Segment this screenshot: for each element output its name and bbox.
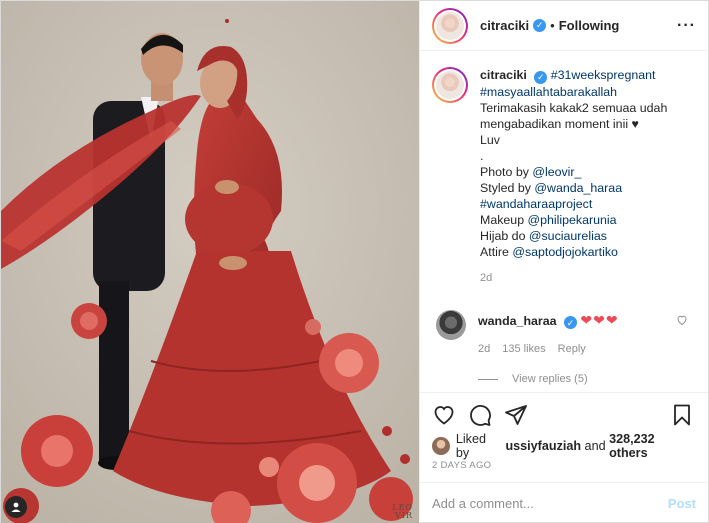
author-avatar[interactable] <box>432 7 468 44</box>
hashtag-link[interactable]: #wandaharaaproject <box>480 197 592 211</box>
instagram-post: LEO VIR citraciki ✓ • Following ··· citr… <box>0 0 709 523</box>
caption-line: Terimakasih kakak2 semuaa udah <box>480 100 668 115</box>
caption-line: Styled by <box>480 180 535 195</box>
post-sidebar: citraciki ✓ • Following ··· citraciki ✓ … <box>419 1 708 523</box>
caption-verified-icon: ✓ <box>534 70 548 84</box>
like-heart-icon[interactable] <box>432 403 456 427</box>
photo-illustration <box>1 1 419 523</box>
verified-badge-icon: ✓ <box>533 19 547 32</box>
tagged-users-icon[interactable] <box>5 496 27 518</box>
comment-input[interactable] <box>432 496 668 511</box>
reply-button[interactable]: Reply <box>558 341 586 357</box>
post-date[interactable]: 2 DAYS AGO <box>420 456 708 482</box>
watermark-line2: VIR <box>395 511 413 520</box>
view-replies-button[interactable]: View replies (5) <box>478 373 696 385</box>
share-send-icon[interactable] <box>504 403 528 427</box>
view-replies-label: View replies (5) <box>512 373 588 385</box>
commenter-username[interactable]: wanda_haraa <box>478 314 557 328</box>
comment-bubble-icon[interactable] <box>468 403 492 427</box>
comment-item: wanda_haraa ✓ ❤❤❤ 2d 135 likes Reply <box>432 309 696 358</box>
post-comment-button[interactable]: Post <box>668 496 696 511</box>
author-username[interactable]: citraciki <box>480 18 529 33</box>
caption-username[interactable]: citraciki <box>480 68 527 82</box>
hashtag-link[interactable]: #31weekspregnant <box>551 68 656 82</box>
header-separator: • <box>550 18 555 33</box>
liker-avatar[interactable] <box>432 437 450 455</box>
photo-watermark: LEO VIR <box>392 504 413 520</box>
caption-line: Photo by <box>480 164 533 179</box>
comment-timestamp[interactable]: 2d <box>478 341 490 357</box>
action-bar <box>420 392 708 436</box>
mention-link[interactable]: @suciaurelias <box>529 229 607 243</box>
likes-summary: Liked by ussiyfauziah and 328,232 others <box>420 432 708 460</box>
likes-middle: and <box>581 439 610 453</box>
caption-avatar[interactable] <box>432 67 468 103</box>
caption-text: citraciki ✓ #31weekspregnant #masyaallah… <box>480 67 667 286</box>
caption-line: Luv <box>480 132 500 147</box>
following-button[interactable]: Following <box>559 18 620 33</box>
post-caption: citraciki ✓ #31weekspregnant #masyaallah… <box>432 67 696 286</box>
commenter-avatar[interactable] <box>436 309 466 340</box>
mention-link[interactable]: @wanda_haraa <box>534 181 622 195</box>
replies-divider <box>478 378 498 380</box>
caption-line: mengabadikan moment inii ♥ <box>480 116 639 131</box>
caption-line: Makeup <box>480 212 528 227</box>
comment-text: ❤❤❤ <box>580 311 619 328</box>
add-comment-bar: Post <box>420 482 708 523</box>
more-options-icon[interactable]: ··· <box>677 17 696 35</box>
mention-link[interactable]: @leovir_ <box>532 165 581 179</box>
comment-meta: 2d 135 likes Reply <box>478 341 619 357</box>
caption-line: Attire <box>480 244 513 259</box>
caption-line: Hijab do <box>480 228 529 243</box>
mention-link[interactable]: @saptodjojokartiko <box>512 245 618 259</box>
comments-section[interactable]: citraciki ✓ #31weekspregnant #masyaallah… <box>420 51 708 392</box>
caption-line: . <box>480 148 484 163</box>
save-bookmark-icon[interactable] <box>670 403 694 427</box>
comment-like-icon[interactable] <box>676 314 688 326</box>
hashtag-link[interactable]: #masyaallahtabarakallah <box>480 85 617 99</box>
post-header: citraciki ✓ • Following ··· <box>420 1 708 51</box>
comment-like-count[interactable]: 135 likes <box>502 341 545 357</box>
post-photo[interactable]: LEO VIR <box>1 1 419 523</box>
caption-timestamp[interactable]: 2d <box>480 270 667 286</box>
mention-link[interactable]: @philipekarunia <box>528 213 617 227</box>
commenter-verified-icon: ✓ <box>563 316 577 329</box>
comment-body: wanda_haraa ✓ ❤❤❤ 2d 135 likes Reply <box>478 310 619 358</box>
liker-username[interactable]: ussiyfauziah <box>505 439 581 453</box>
